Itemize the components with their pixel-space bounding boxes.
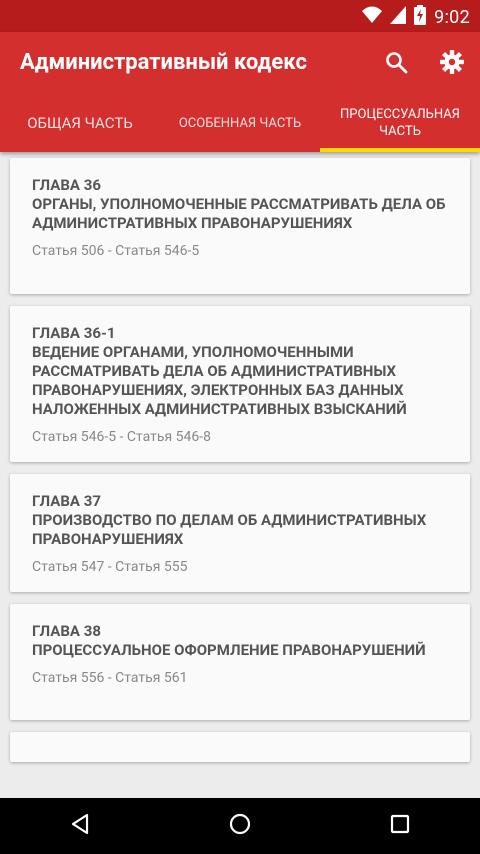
tab-label: ПРОЦЕССУАЛЬНАЯ ЧАСТЬ: [340, 107, 460, 139]
status-time: 9:02: [434, 7, 470, 28]
battery-icon: [414, 5, 427, 30]
chapter-articles: Статья 547 - Статья 555: [32, 559, 188, 575]
chapter-card[interactable]: ГЛАВА 37 ПРОИЗВОДСТВО ПО ДЕЛАМ ОБ АДМИНИ…: [10, 474, 470, 592]
navigation-bar: [0, 798, 480, 854]
settings-button[interactable]: [436, 48, 468, 80]
chapter-articles: Статья 556 - Статья 561: [32, 670, 188, 686]
chapter-title: ГЛАВА 36 ОРГАНЫ, УПОЛНОМОЧЕННЫЕ РАССМАТР…: [32, 176, 446, 232]
chapter-title: ГЛАВА 38 ПРОЦЕССУАЛЬНОЕ ОФОРМЛЕНИЕ ПРАВО…: [32, 622, 426, 659]
chapter-card[interactable]: ГЛАВА 38 ПРОЦЕССУАЛЬНОЕ ОФОРМЛЕНИЕ ПРАВО…: [10, 604, 470, 720]
tab-procedural[interactable]: ПРОЦЕССУАЛЬНАЯ ЧАСТЬ: [320, 94, 480, 152]
search-icon: [384, 50, 408, 78]
tab-special[interactable]: ОСОБЕННАЯ ЧАСТЬ: [160, 94, 320, 152]
home-button[interactable]: [220, 806, 260, 846]
back-icon: [68, 812, 92, 840]
gear-icon: [439, 49, 465, 79]
tab-general[interactable]: ОБЩАЯ ЧАСТЬ: [0, 94, 160, 152]
tab-label: ОБЩАЯ ЧАСТЬ: [27, 113, 133, 132]
status-icons: 9:02: [362, 5, 470, 30]
search-button[interactable]: [380, 48, 412, 80]
wifi-icon: [362, 6, 383, 29]
chapter-articles: Статья 506 - Статья 546-5: [32, 243, 200, 259]
chapter-articles: Статья 546-5 - Статья 546-8: [32, 429, 211, 445]
chapter-card[interactable]: ГЛАВА 36 ОРГАНЫ, УПОЛНОМОЧЕННЫЕ РАССМАТР…: [10, 158, 470, 294]
chapter-title: ГЛАВА 36-1 ВЕДЕНИЕ ОРГАНАМИ, УПОЛНОМОЧЕН…: [32, 324, 407, 418]
chapter-card-partial[interactable]: [10, 732, 470, 762]
recents-button[interactable]: [380, 806, 420, 846]
app-bar: Административный кодекс ОБЩАЯ ЧАСТЬ ОСОБ…: [0, 32, 480, 152]
home-icon: [228, 812, 252, 840]
chapter-title: ГЛАВА 37 ПРОИЗВОДСТВО ПО ДЕЛАМ ОБ АДМИНИ…: [32, 492, 427, 548]
tab-label: ОСОБЕННАЯ ЧАСТЬ: [178, 115, 302, 131]
chapter-card[interactable]: ГЛАВА 36-1 ВЕДЕНИЕ ОРГАНАМИ, УПОЛНОМОЧЕН…: [10, 306, 470, 462]
signal-icon: [390, 6, 407, 29]
recents-icon: [389, 813, 411, 839]
app-title: Административный кодекс: [20, 50, 307, 75]
chapter-list: ГЛАВА 36 ОРГАНЫ, УПОЛНОМОЧЕННЫЕ РАССМАТР…: [0, 152, 480, 798]
status-bar: 9:02: [0, 0, 480, 32]
back-button[interactable]: [60, 806, 100, 846]
tab-bar: ОБЩАЯ ЧАСТЬ ОСОБЕННАЯ ЧАСТЬ ПРОЦЕССУАЛЬН…: [0, 94, 480, 152]
